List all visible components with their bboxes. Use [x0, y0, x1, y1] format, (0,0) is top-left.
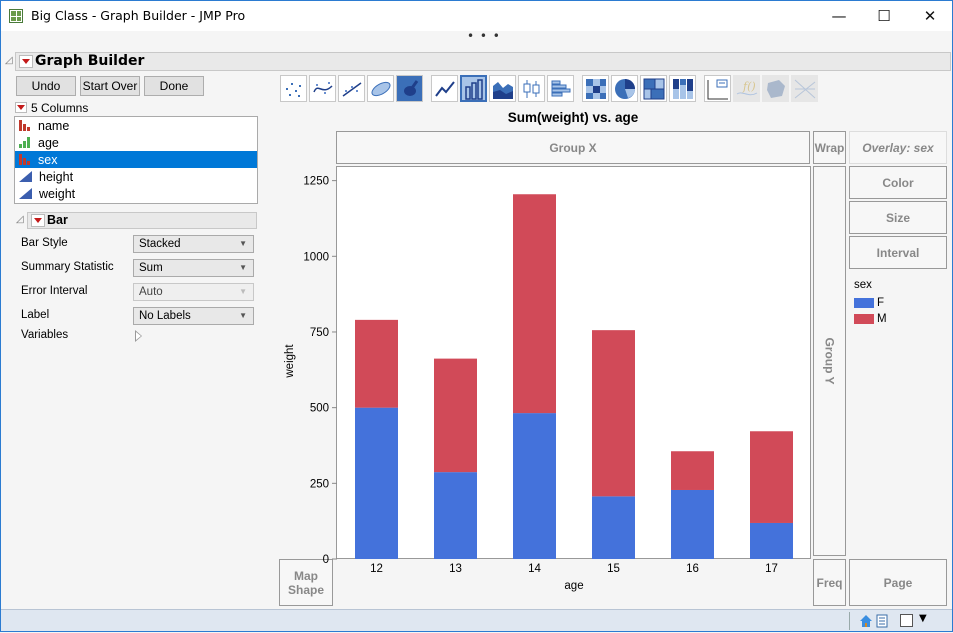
legend-item-m[interactable]: M	[854, 313, 887, 325]
legend-label: M	[877, 313, 887, 325]
bar-segment-m-16	[671, 451, 714, 490]
x-tick-label: 15	[607, 563, 620, 575]
bar-segment-m-15	[592, 330, 635, 497]
bar-segment-f-17	[750, 522, 793, 559]
legend-swatch-m	[854, 314, 874, 324]
legend-swatch-f	[854, 298, 874, 308]
x-tick-label: 17	[765, 563, 778, 575]
bar-segment-f-14	[513, 413, 556, 559]
bar-chart: 0 250 500 750 1000 1250 weight 12 13 14 15 16 17 age	[284, 176, 793, 592]
legend-label: F	[877, 297, 885, 309]
table-icon[interactable]	[876, 614, 890, 628]
y-tick-label: 250	[310, 478, 329, 490]
y-tick-label: 0	[323, 554, 329, 566]
bar-segment-m-13	[434, 358, 477, 473]
bar-segment-f-12	[355, 407, 398, 559]
bar-segment-m-12	[355, 319, 398, 408]
status-separator	[849, 612, 850, 630]
bar-segment-m-14	[513, 194, 556, 414]
y-tick-label: 500	[310, 403, 329, 415]
app-window: Big Class - Graph Builder - JMP Pro — ☐ …	[0, 0, 953, 632]
dropdown-arrow-icon[interactable]: ▼	[919, 613, 927, 624]
x-tick-label: 12	[370, 563, 383, 575]
y-tick-label: 1250	[303, 176, 329, 188]
bar-segment-f-16	[671, 489, 714, 559]
legend-item-f[interactable]: F	[854, 297, 884, 309]
x-tick-label: 13	[449, 563, 462, 575]
status-bar: ▼	[1, 609, 952, 631]
x-tick-label: 16	[686, 563, 699, 575]
x-axis-label: age	[564, 580, 583, 592]
bar-segment-m-17	[750, 431, 793, 523]
y-axis-label: weight	[284, 344, 296, 379]
home-icon[interactable]	[859, 614, 873, 628]
bar-segment-f-15	[592, 496, 635, 559]
y-tick-label: 750	[310, 327, 329, 339]
bar-segment-f-13	[434, 472, 477, 559]
legend-title: sex	[854, 279, 872, 291]
window-select-checkbox[interactable]	[900, 614, 913, 627]
x-tick-label: 14	[528, 563, 541, 575]
y-tick-label: 1000	[303, 251, 329, 263]
